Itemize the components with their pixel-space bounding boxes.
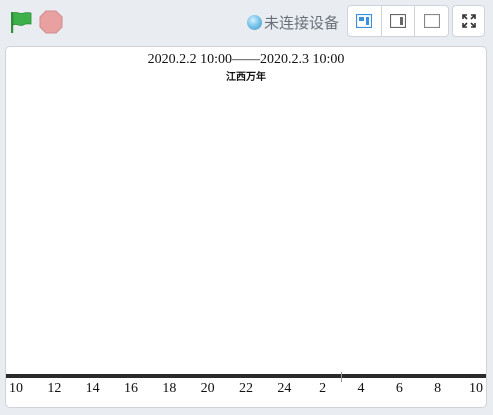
- toolbar: 未连接设备: [0, 0, 493, 44]
- x-tick-label: 2: [319, 381, 327, 396]
- layout-single-icon: [423, 14, 440, 28]
- x-axis-line: [6, 374, 486, 378]
- layout-switcher: [347, 5, 449, 37]
- x-tick-label: 24: [277, 381, 292, 396]
- x-tick-label: 12: [47, 381, 62, 396]
- chart-panel: 2020.2.2 10:00——2020.2.3 10:00 江西万年 10 12…: [5, 46, 487, 408]
- x-tick-label: 16: [124, 381, 138, 396]
- connection-status-label: 未连接设备: [264, 13, 340, 32]
- x-tick-label: 10: [469, 381, 483, 396]
- layout-split-icon: [356, 14, 373, 28]
- x-tick-label: 4: [357, 381, 365, 396]
- layout-sidebar-icon: [390, 14, 406, 28]
- fullscreen-icon: [461, 14, 476, 28]
- chart-subtitle: 江西万年: [226, 72, 266, 83]
- chart-range-title: 2020.2.2 10:00——2020.2.3 10:00: [147, 52, 345, 67]
- x-tick-label: 20: [200, 381, 215, 396]
- x-tick-label: 8: [434, 381, 442, 396]
- x-axis-ticks: 10 12 14 16 18 20 22 24 2 4 6 8 10: [6, 381, 486, 401]
- x-tick-label: 10: [9, 381, 23, 396]
- x-tick-label: 14: [85, 381, 100, 396]
- layout-single-button[interactable]: [415, 6, 448, 36]
- x-tick-label: 18: [162, 381, 177, 396]
- connection-dot-icon: [247, 14, 262, 30]
- layout-sidebar-button[interactable]: [382, 6, 416, 36]
- x-tick-label: 22: [239, 381, 253, 396]
- x-tick-label: 6: [395, 381, 403, 396]
- connection-status: 未连接设备: [247, 12, 339, 32]
- green-flag-icon[interactable]: [8, 10, 34, 34]
- fullscreen-button[interactable]: [452, 5, 485, 37]
- stop-icon[interactable]: [39, 10, 63, 34]
- layout-split-button[interactable]: [348, 6, 382, 36]
